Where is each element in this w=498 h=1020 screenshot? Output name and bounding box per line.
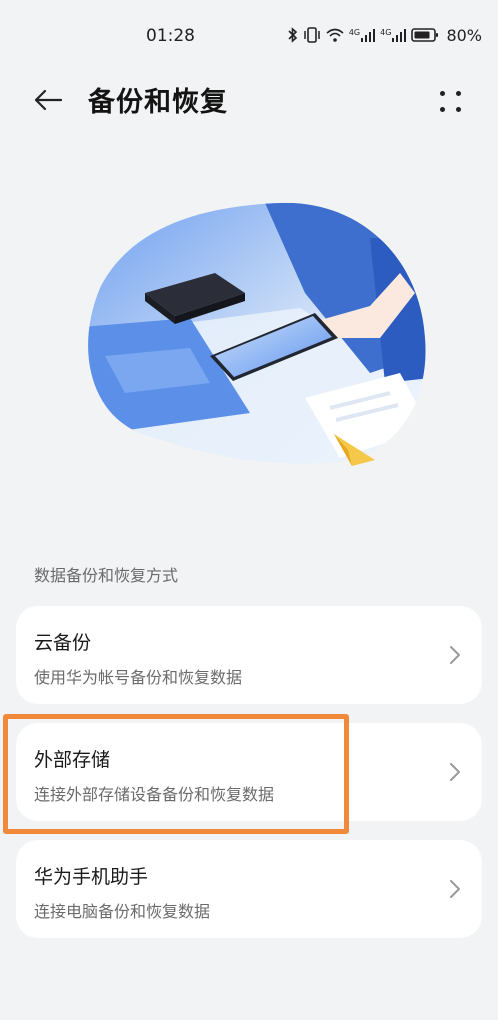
chevron-right-icon [450,880,460,898]
cloud-backup-option[interactable]: 云备份 使用华为帐号备份和恢复数据 [16,606,482,704]
status-bar: 01:28 4G 4G 80% [0,0,498,72]
four-dots-icon [440,91,445,96]
dot [440,107,445,112]
dot [456,91,461,96]
app-bar: 备份和恢复 [0,72,498,128]
arrow-left-icon [34,89,63,111]
dot [456,107,461,112]
back-button[interactable] [28,82,68,118]
backup-illustration [88,202,426,466]
cellular-signal-2: 4G [380,28,407,42]
external-storage-option[interactable]: 外部存储 连接外部存储设备备份和恢复数据 [16,723,482,821]
network-type-label-1: 4G [348,28,361,37]
wifi-icon [326,28,344,42]
status-icons: 4G 4G 80% [288,24,482,46]
signal-icon [361,29,376,42]
network-type-label-2: 4G [380,28,392,37]
bluetooth-icon [288,27,298,43]
battery-percent: 80% [446,25,482,45]
page-title: 备份和恢复 [88,87,228,118]
battery-icon [411,28,439,42]
option-title: 华为手机助手 [34,866,149,888]
option-subtitle: 连接外部存储设备备份和恢复数据 [34,785,275,804]
huawei-hisuite-option[interactable]: 华为手机助手 连接电脑备份和恢复数据 [16,840,482,938]
vibrate-icon [304,27,320,43]
signal-icon [392,29,407,42]
cellular-signal-1: 4G [348,28,376,42]
chevron-right-icon [450,646,460,664]
more-options-button[interactable] [434,84,468,118]
status-time: 01:28 [146,26,195,46]
option-title: 外部存储 [34,749,111,771]
chevron-right-icon [450,763,460,781]
section-header: 数据备份和恢复方式 [34,566,179,585]
option-subtitle: 使用华为帐号备份和恢复数据 [34,668,243,687]
option-title: 云备份 [34,632,92,654]
option-subtitle: 连接电脑备份和恢复数据 [34,902,211,921]
